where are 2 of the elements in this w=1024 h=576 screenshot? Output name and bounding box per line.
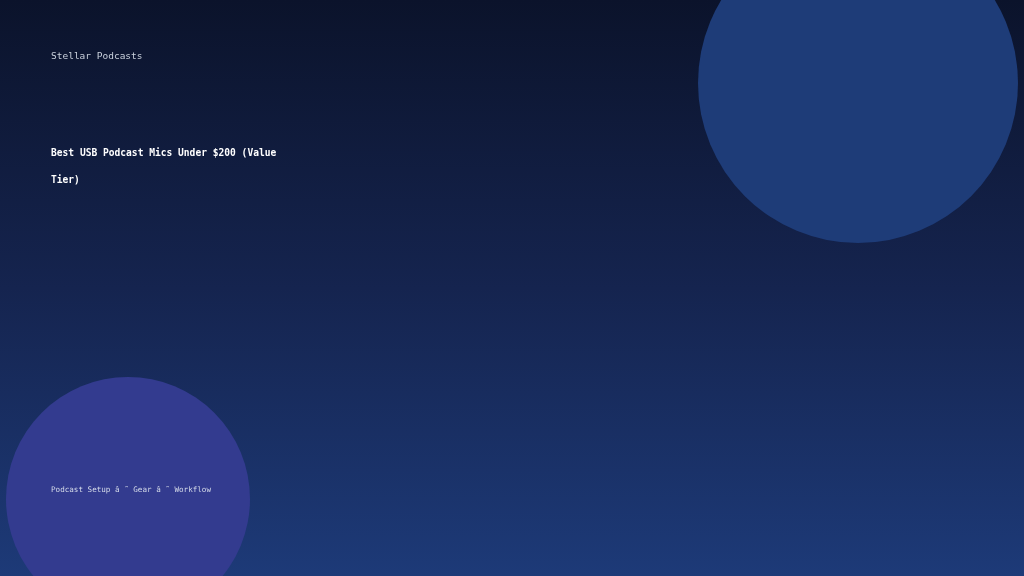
slide-title: Best USB Podcast Mics Under $200 (Value Tier) [51, 146, 278, 187]
brand-name: Stellar Podcasts [51, 49, 144, 63]
